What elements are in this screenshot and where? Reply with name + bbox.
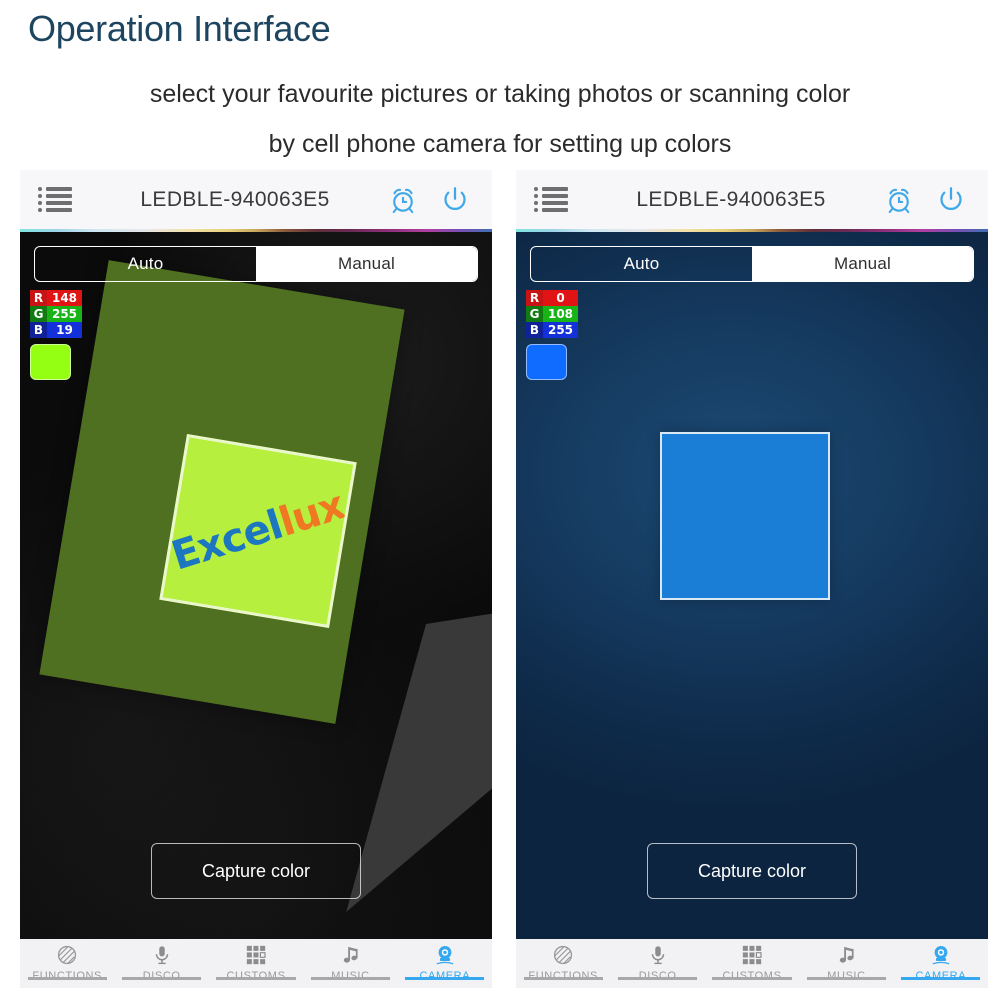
nav-item-disco[interactable]: DISCO bbox=[114, 943, 208, 982]
top-bar-actions bbox=[388, 185, 474, 215]
nav-label-music: MUSIC bbox=[827, 970, 866, 982]
mode-tab-group[interactable]: Auto Manual bbox=[34, 246, 478, 282]
device-name-label: LEDBLE-940063E5 bbox=[140, 187, 330, 211]
camera-viewport[interactable]: Auto Manual R 0 G 108 B 255 Capture colo… bbox=[516, 232, 988, 939]
nav-label-disco: DISCO bbox=[142, 970, 181, 982]
scene-color-target-swatch: Excellux bbox=[159, 433, 357, 629]
rgb-label-r: R bbox=[526, 290, 543, 306]
capture-color-button[interactable]: Capture color bbox=[647, 843, 857, 899]
color-swatch-preview bbox=[526, 344, 567, 380]
nav-item-camera[interactable]: CAMERA bbox=[894, 943, 988, 982]
alarm-clock-icon[interactable] bbox=[388, 185, 418, 215]
music-note-icon bbox=[339, 943, 361, 967]
rgb-row-blue: B 19 bbox=[30, 322, 82, 338]
nav-underline-functions bbox=[523, 977, 603, 980]
nav-label-disco: DISCO bbox=[638, 970, 677, 982]
rgb-label-g: G bbox=[30, 306, 47, 322]
color-swatch-preview bbox=[30, 344, 71, 380]
phone-screenshot-right: LEDBLE-940063E5 Auto Manual R 0 G 108 B … bbox=[516, 170, 988, 988]
nav-item-camera[interactable]: CAMERA bbox=[398, 943, 492, 982]
page-subtitle-line-2: by cell phone camera for setting up colo… bbox=[268, 130, 732, 158]
rgb-value-b: 255 bbox=[543, 322, 578, 338]
nav-label-music: MUSIC bbox=[331, 970, 370, 982]
nav-item-functions[interactable]: FUNCTIONS bbox=[516, 943, 610, 982]
rgb-label-r: R bbox=[30, 290, 47, 306]
music-note-icon bbox=[835, 943, 857, 967]
nav-item-music[interactable]: MUSIC bbox=[303, 943, 397, 982]
hatched-circle-icon bbox=[552, 943, 574, 967]
rgb-label-b: B bbox=[30, 322, 47, 338]
nav-item-music[interactable]: MUSIC bbox=[799, 943, 893, 982]
nav-underline-functions bbox=[27, 977, 107, 980]
webcam-icon bbox=[434, 943, 456, 967]
alarm-clock-icon[interactable] bbox=[884, 185, 914, 215]
nav-underline-camera bbox=[901, 977, 981, 980]
rgb-value-r: 148 bbox=[47, 290, 82, 306]
rgb-label-b: B bbox=[526, 322, 543, 338]
nav-underline-music bbox=[310, 977, 391, 980]
nav-underline-customs bbox=[712, 977, 792, 980]
power-icon[interactable] bbox=[936, 185, 966, 215]
capture-color-button[interactable]: Capture color bbox=[151, 843, 361, 899]
nav-label-customs: CUSTOMS bbox=[226, 970, 286, 982]
nav-underline-disco bbox=[121, 977, 202, 980]
rgb-row-red: R 0 bbox=[526, 290, 578, 306]
nav-label-camera: CAMERA bbox=[419, 970, 471, 982]
rgb-row-green: G 108 bbox=[526, 306, 578, 322]
brand-logo: Excellux bbox=[166, 482, 349, 579]
nav-label-functions: FUNCTIONS bbox=[528, 970, 598, 982]
nav-item-customs[interactable]: CUSTOMS bbox=[705, 943, 799, 982]
mode-tab-group[interactable]: Auto Manual bbox=[530, 246, 974, 282]
app-top-bar: LEDBLE-940063E5 bbox=[516, 170, 988, 229]
nav-item-functions[interactable]: FUNCTIONS bbox=[20, 943, 114, 982]
webcam-icon bbox=[930, 943, 952, 967]
app-top-bar: LEDBLE-940063E5 bbox=[20, 170, 492, 229]
rgb-readout: R 148 G 255 B 19 bbox=[30, 290, 82, 380]
brand-logo-part-2: lux bbox=[273, 482, 350, 546]
tab-manual[interactable]: Manual bbox=[256, 247, 477, 281]
grid-squares-icon bbox=[741, 943, 763, 967]
nav-underline-music bbox=[806, 977, 887, 980]
rgb-row-blue: B 255 bbox=[526, 322, 578, 338]
bottom-nav-bar: FUNCTIONS DISCO CUSTOMS MUSIC CAMERA bbox=[516, 939, 988, 988]
rgb-row-red: R 148 bbox=[30, 290, 82, 306]
nav-underline-camera bbox=[405, 977, 485, 980]
list-menu-icon[interactable] bbox=[534, 186, 568, 213]
nav-label-customs: CUSTOMS bbox=[722, 970, 782, 982]
rgb-label-g: G bbox=[526, 306, 543, 322]
rgb-value-g: 255 bbox=[47, 306, 82, 322]
microphone-icon bbox=[647, 943, 669, 967]
grid-squares-icon bbox=[245, 943, 267, 967]
tab-auto[interactable]: Auto bbox=[35, 247, 256, 281]
rgb-row-green: G 255 bbox=[30, 306, 82, 322]
hatched-circle-icon bbox=[56, 943, 78, 967]
rgb-value-g: 108 bbox=[543, 306, 578, 322]
device-name-label: LEDBLE-940063E5 bbox=[636, 187, 826, 211]
brand-logo-part-1: Excel bbox=[166, 501, 288, 580]
tab-auto[interactable]: Auto bbox=[531, 247, 752, 281]
tab-manual[interactable]: Manual bbox=[752, 247, 973, 281]
list-menu-icon[interactable] bbox=[38, 186, 72, 213]
nav-item-customs[interactable]: CUSTOMS bbox=[209, 943, 303, 982]
microphone-icon bbox=[151, 943, 173, 967]
rgb-value-r: 0 bbox=[543, 290, 578, 306]
nav-item-disco[interactable]: DISCO bbox=[610, 943, 704, 982]
page-title: Operation Interface bbox=[28, 8, 331, 49]
rgb-readout: R 0 G 108 B 255 bbox=[526, 290, 578, 380]
nav-underline-customs bbox=[216, 977, 296, 980]
camera-viewport[interactable]: Excellux Auto Manual R 148 G 255 B 19 Ca… bbox=[20, 232, 492, 939]
scene-color-target-swatch bbox=[660, 432, 830, 600]
phone-screenshot-left: LEDBLE-940063E5 Excellux Auto Manual R 1… bbox=[20, 170, 492, 988]
power-icon[interactable] bbox=[440, 185, 470, 215]
bottom-nav-bar: FUNCTIONS DISCO CUSTOMS MUSIC CAMERA bbox=[20, 939, 492, 988]
page-subtitle-line-1: select your favourite pictures or taking… bbox=[149, 80, 851, 108]
nav-underline-disco bbox=[617, 977, 698, 980]
top-bar-actions bbox=[884, 185, 970, 215]
rgb-value-b: 19 bbox=[47, 322, 82, 338]
nav-label-camera: CAMERA bbox=[915, 970, 967, 982]
nav-label-functions: FUNCTIONS bbox=[32, 970, 102, 982]
